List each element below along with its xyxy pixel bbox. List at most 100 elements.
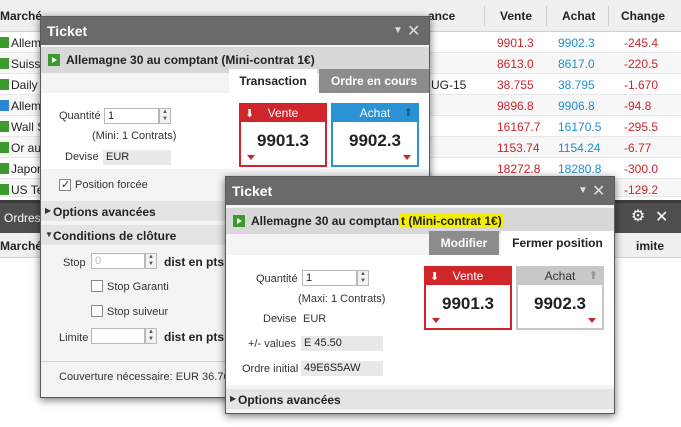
- triangle-down-icon: [247, 155, 255, 160]
- quantite-input[interactable]: 1: [104, 108, 159, 124]
- col-echeance[interactable]: ance: [428, 0, 455, 32]
- arrow-up-icon: ⬆: [588, 270, 598, 282]
- instrument-icon: [0, 58, 9, 69]
- triangle-down-icon: [588, 318, 596, 323]
- quantite-stepper[interactable]: ▲ ▼: [357, 270, 369, 286]
- row-vente[interactable]: 38.755: [497, 78, 534, 92]
- devise-label: Devise: [65, 151, 99, 163]
- row-name: Japon: [11, 162, 44, 176]
- stop-label: Stop: [63, 257, 86, 269]
- tab-modifier[interactable]: Modifier: [429, 231, 499, 255]
- chevron-down-icon[interactable]: ▼: [578, 185, 588, 196]
- row-achat[interactable]: 16170.5: [558, 120, 601, 134]
- max-note: (Maxi: 1 Contrats): [298, 293, 386, 305]
- chevron-down-icon: ▼: [45, 230, 53, 239]
- col-vente[interactable]: Vente: [500, 0, 532, 32]
- orders-col-marche[interactable]: Marché: [0, 239, 42, 253]
- row-achat[interactable]: 18280.8: [558, 162, 601, 176]
- limite-stepper[interactable]: ▲ ▼: [145, 328, 157, 344]
- close-icon[interactable]: ✕: [592, 181, 605, 201]
- row-vente[interactable]: 9896.8: [497, 99, 534, 113]
- instrument-icon: [0, 142, 9, 153]
- stop-garanti-label: Stop Garanti: [107, 281, 169, 293]
- limite-label: Limite: [59, 332, 89, 344]
- ticket-titlebar[interactable]: Ticket ▼ ✕: [41, 17, 429, 45]
- chevron-right-icon: ▶: [45, 206, 52, 215]
- row-achat[interactable]: 9902.3: [558, 36, 595, 50]
- sell-price-button[interactable]: Vente ⬇ 9901.3: [424, 266, 512, 330]
- col-change[interactable]: Change: [621, 0, 665, 32]
- quantite-stepper[interactable]: ▲ ▼: [159, 108, 171, 124]
- col-achat[interactable]: Achat: [562, 0, 595, 32]
- limite-dist-label: dist en pts: [164, 330, 225, 344]
- quantite-input[interactable]: 1: [302, 270, 357, 286]
- stop-suiveur-label: Stop suiveur: [107, 306, 169, 318]
- gear-icon[interactable]: ⚙: [629, 208, 647, 226]
- row-achat[interactable]: 9906.8: [558, 99, 595, 113]
- row-name: Allem: [11, 99, 42, 113]
- ticket-title: Ticket: [47, 23, 88, 39]
- options-avancees-label: Options avancées: [53, 205, 156, 219]
- instrument-icon: [0, 37, 9, 48]
- devise-label: Devise: [263, 313, 297, 325]
- row-change: -1.670: [624, 78, 659, 92]
- position-forcee-label: Position forcée: [75, 179, 148, 191]
- stop-dist-label: dist en pts: [164, 255, 225, 269]
- play-icon: [233, 215, 245, 227]
- row-change: -295.5: [624, 120, 659, 134]
- row-achat[interactable]: 8617.0: [558, 57, 595, 71]
- row-vente[interactable]: 8613.0: [497, 57, 534, 71]
- options-avancees-section[interactable]: ▶ Options avancées: [226, 389, 614, 409]
- options-avancees-label: Options avancées: [238, 393, 341, 407]
- row-vente[interactable]: 9901.3: [497, 36, 534, 50]
- stop-input[interactable]: 0: [91, 253, 145, 269]
- devise-value: EUR: [303, 313, 327, 325]
- row-change: -245.4: [624, 36, 659, 50]
- instrument-icon: [0, 79, 9, 90]
- values-value: E 45.50: [301, 336, 383, 351]
- ordre-initial-label: Ordre initial: [242, 363, 299, 375]
- close-icon[interactable]: ✕: [655, 207, 668, 227]
- stop-stepper[interactable]: ▲ ▼: [145, 253, 157, 269]
- chevron-down-icon[interactable]: ▼: [393, 25, 403, 36]
- tab-ordre-en-cours[interactable]: Ordre en cours: [319, 69, 429, 93]
- chevron-right-icon: ▶: [230, 394, 237, 403]
- play-icon: [48, 54, 60, 66]
- ordre-initial-value: 49E6S5AW: [301, 361, 383, 376]
- buy-price-button[interactable]: Achat ⬆ 9902.3: [516, 266, 604, 330]
- row-achat[interactable]: 38.795: [558, 78, 595, 92]
- couverture-text: Couverture nécessaire: EUR 36.76: [59, 371, 230, 383]
- instrument-icon: [0, 100, 9, 111]
- instrument-name: Allemagne 30 au comptant (Mini-contrat 1…: [251, 214, 504, 228]
- orders-col-limite[interactable]: imite: [636, 239, 664, 253]
- arrow-up-icon: ⬆: [403, 107, 413, 119]
- row-vente[interactable]: 18272.8: [497, 162, 540, 176]
- values-label: +/- values: [248, 338, 296, 350]
- instrument-icon: [0, 184, 9, 195]
- ticket-titlebar[interactable]: Ticket ▼ ✕: [226, 177, 614, 205]
- quantite-label: Quantité: [256, 273, 298, 285]
- col-sep: [484, 6, 485, 26]
- col-marche[interactable]: Marché: [0, 0, 42, 32]
- triangle-down-icon: [403, 155, 411, 160]
- tab-transaction[interactable]: Transaction: [229, 69, 317, 93]
- row-vente[interactable]: 1153.74: [497, 141, 540, 155]
- min-note: (Mini: 1 Contrats): [92, 130, 177, 142]
- row-change: -220.5: [624, 57, 659, 71]
- row-name: Daily: [11, 78, 38, 92]
- limite-input[interactable]: [91, 328, 145, 344]
- row-achat[interactable]: 1154.24: [558, 141, 601, 155]
- stop-suiveur-checkbox[interactable]: [91, 305, 103, 317]
- quantite-label: Quantité: [59, 110, 101, 122]
- arrow-down-icon: ⬇: [430, 271, 440, 283]
- buy-price-button[interactable]: Achat ⬆ 9902.3: [331, 103, 419, 167]
- tab-fermer-position[interactable]: Fermer position: [501, 231, 614, 255]
- row-vente[interactable]: 16167.7: [497, 120, 540, 134]
- sell-price-button[interactable]: Vente ⬇ 9901.3: [239, 103, 327, 167]
- sell-price: 9901.3: [442, 294, 494, 313]
- stop-garanti-checkbox[interactable]: [91, 280, 103, 292]
- arrow-down-icon: ⬇: [245, 108, 255, 120]
- close-icon[interactable]: ✕: [407, 21, 420, 41]
- position-forcee-checkbox[interactable]: [59, 178, 71, 191]
- orders-tab[interactable]: Ordres: [4, 211, 41, 225]
